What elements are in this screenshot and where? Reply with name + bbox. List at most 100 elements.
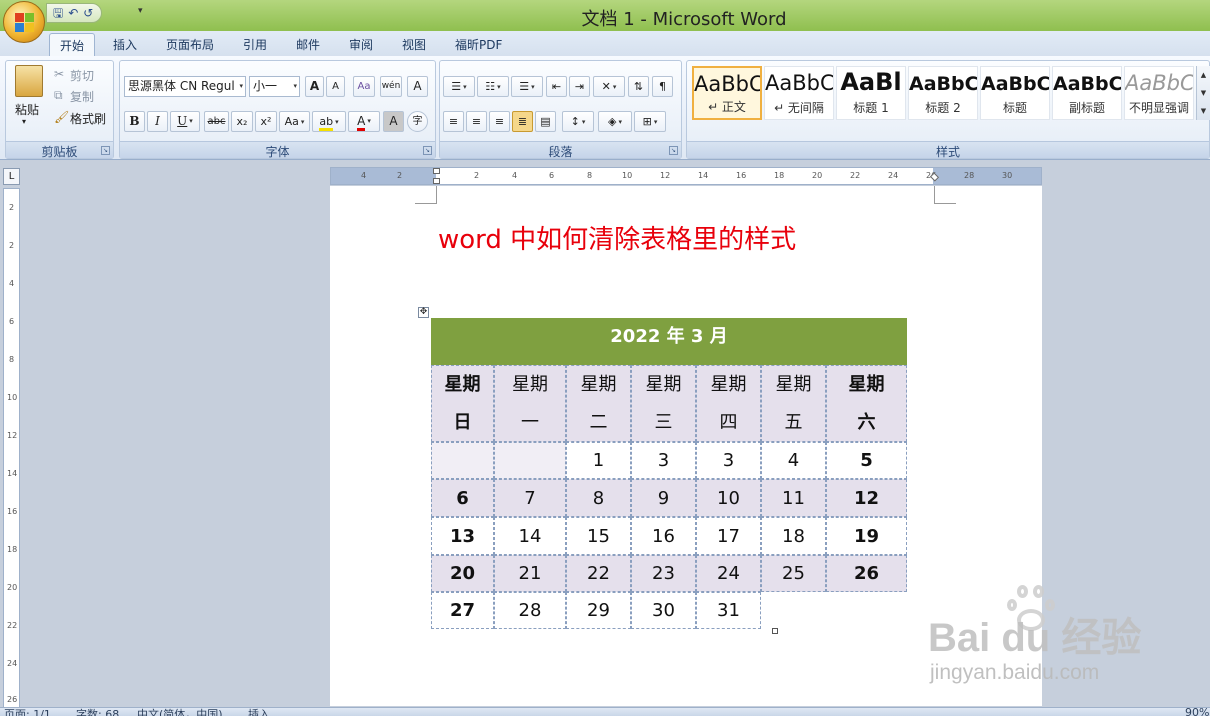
table-move-handle-icon[interactable]: ✥ <box>418 307 429 318</box>
calendar-day-cell[interactable]: 30 <box>631 592 696 629</box>
increase-indent-icon[interactable]: ⇥ <box>569 76 590 97</box>
char-border-button[interactable]: A <box>407 76 428 97</box>
decrease-indent-icon[interactable]: ⇤ <box>546 76 567 97</box>
status-insert-mode[interactable]: 插入 <box>248 708 270 716</box>
redo-icon[interactable]: ↺ <box>83 5 93 21</box>
status-language[interactable]: 中文(简体，中国) <box>137 708 223 716</box>
paste-icon[interactable] <box>15 65 43 97</box>
distribute-icon[interactable]: ▤ <box>535 111 556 132</box>
calendar-day-cell[interactable]: 5 <box>826 442 907 479</box>
calendar-day-cell[interactable]: 20 <box>431 555 494 592</box>
borders-icon[interactable]: ⊞ ▾ <box>634 111 666 132</box>
paste-dropdown-icon[interactable]: ▾ <box>22 117 26 126</box>
weekday-header-sat[interactable]: 星期六 <box>826 365 907 442</box>
calendar-day-cell[interactable]: 7 <box>494 479 566 517</box>
tab-references[interactable]: 引用 <box>233 33 277 57</box>
calendar-day-cell[interactable]: 24 <box>696 555 761 592</box>
gallery-more-icon[interactable]: ▼ <box>1197 102 1210 120</box>
line-spacing-icon[interactable]: ↕ ▾ <box>562 111 594 132</box>
calendar-day-cell[interactable]: 12 <box>826 479 907 517</box>
calendar-day-cell[interactable]: 15 <box>566 517 631 555</box>
calendar-day-cell[interactable] <box>431 442 494 479</box>
status-zoom[interactable]: 90% <box>1185 708 1209 716</box>
tab-view[interactable]: 视图 <box>392 33 436 57</box>
tab-foxit-pdf[interactable]: 福昕PDF <box>445 33 512 57</box>
calendar-day-cell[interactable]: 27 <box>431 592 494 629</box>
shrink-font-button[interactable]: A <box>326 76 345 97</box>
tab-selector-icon[interactable]: L <box>3 168 20 185</box>
superscript-button[interactable]: x² <box>255 111 277 132</box>
italic-button[interactable]: I <box>147 111 168 132</box>
tab-home[interactable]: 开始 <box>49 33 96 57</box>
calendar-day-cell[interactable]: 11 <box>761 479 826 517</box>
chinese-layout-icon[interactable]: ✕ ▾ <box>593 76 625 97</box>
numbering-icon[interactable]: ☷ ▾ <box>477 76 509 97</box>
paste-button[interactable]: 粘贴 <box>15 101 39 118</box>
weekday-header-mon[interactable]: 星期一 <box>494 365 566 442</box>
office-button[interactable] <box>3 1 45 43</box>
save-icon[interactable]: 🖫 <box>53 5 63 21</box>
bold-button[interactable]: B <box>124 111 145 132</box>
enclose-char-button[interactable]: 字 <box>407 111 428 132</box>
scroll-up-icon[interactable]: ▲ <box>1197 66 1210 84</box>
first-line-indent-marker[interactable] <box>433 168 440 174</box>
style-no-spacing[interactable]: AaBbC ↵ 无间隔 <box>764 66 834 120</box>
calendar-day-cell[interactable]: 18 <box>761 517 826 555</box>
left-indent-marker[interactable] <box>433 178 440 184</box>
align-right-icon[interactable]: ≡ <box>489 111 510 132</box>
calendar-day-cell[interactable]: 1 <box>566 442 631 479</box>
calendar-day-cell[interactable]: 10 <box>696 479 761 517</box>
strikethrough-button[interactable]: abc <box>204 111 229 132</box>
underline-button[interactable]: U ▾ <box>170 111 200 132</box>
status-word-count[interactable]: 字数: 68 <box>76 708 119 716</box>
tab-insert[interactable]: 插入 <box>103 33 147 57</box>
style-subtitle[interactable]: AaBbC 副标题 <box>1052 66 1122 120</box>
calendar-day-cell[interactable]: 23 <box>631 555 696 592</box>
highlight-button[interactable]: ab ▾ <box>312 111 346 132</box>
font-name-select[interactable]: 思源黑体 CN Regul ▾ <box>124 76 246 97</box>
paragraph-launcher-icon[interactable]: ↘ <box>669 146 678 155</box>
format-painter-button[interactable]: 格式刷 <box>70 110 106 127</box>
calendar-day-cell[interactable] <box>494 442 566 479</box>
grow-font-button[interactable]: A <box>305 76 324 97</box>
calendar-day-cell[interactable]: 25 <box>761 555 826 592</box>
style-normal[interactable]: AaBbC ↵ 正文 <box>692 66 762 120</box>
subscript-button[interactable]: x₂ <box>231 111 253 132</box>
change-case-button[interactable]: Aa ▾ <box>279 111 310 132</box>
calendar-day-cell[interactable]: 17 <box>696 517 761 555</box>
phonetic-guide-button[interactable]: wén <box>380 76 402 97</box>
clear-format-button[interactable]: Aa <box>353 76 375 97</box>
calendar-day-cell[interactable]: 3 <box>696 442 761 479</box>
table-resize-handle[interactable] <box>772 628 778 634</box>
calendar-day-cell[interactable]: 19 <box>826 517 907 555</box>
style-title[interactable]: AaBbC 标题 <box>980 66 1050 120</box>
tab-mailings[interactable]: 邮件 <box>286 33 330 57</box>
calendar-day-cell[interactable]: 31 <box>696 592 761 629</box>
calendar-day-cell[interactable]: 3 <box>631 442 696 479</box>
calendar-day-cell[interactable]: 21 <box>494 555 566 592</box>
copy-button[interactable]: 复制 <box>70 88 94 105</box>
calendar-title[interactable]: 2022 年 3 月 <box>431 318 907 365</box>
styles-gallery-scroll[interactable]: ▲ ▼ ▼ <box>1196 66 1210 120</box>
multilevel-list-icon[interactable]: ☰ ▾ <box>511 76 543 97</box>
tab-review[interactable]: 审阅 <box>339 33 383 57</box>
calendar-day-cell[interactable]: 28 <box>494 592 566 629</box>
tab-page-layout[interactable]: 页面布局 <box>156 33 224 57</box>
calendar-day-cell[interactable]: 13 <box>431 517 494 555</box>
weekday-header-fri[interactable]: 星期五 <box>761 365 826 442</box>
weekday-header-tue[interactable]: 星期二 <box>566 365 631 442</box>
shading-icon[interactable]: ◈ ▾ <box>598 111 632 132</box>
style-subtle-emphasis[interactable]: AaBbC 不明显强调 <box>1124 66 1194 120</box>
justify-icon[interactable]: ≣ <box>512 111 533 132</box>
calendar-day-cell[interactable]: 16 <box>631 517 696 555</box>
style-heading-1[interactable]: AaBl 标题 1 <box>836 66 906 120</box>
horizontal-ruler[interactable]: 4 2 2 4 6 8 10 12 14 16 18 20 22 24 26 2… <box>330 167 1042 185</box>
show-marks-icon[interactable]: ¶ <box>652 76 673 97</box>
calendar-day-cell[interactable]: 26 <box>826 555 907 592</box>
weekday-header-wed[interactable]: 星期三 <box>631 365 696 442</box>
vertical-ruler[interactable]: 2 2 4 6 8 10 12 14 16 18 20 22 24 26 <box>3 188 20 708</box>
bullets-icon[interactable]: ☰ ▾ <box>443 76 475 97</box>
clipboard-launcher-icon[interactable]: ↘ <box>101 146 110 155</box>
weekday-header-thu[interactable]: 星期四 <box>696 365 761 442</box>
calendar-day-cell[interactable]: 8 <box>566 479 631 517</box>
